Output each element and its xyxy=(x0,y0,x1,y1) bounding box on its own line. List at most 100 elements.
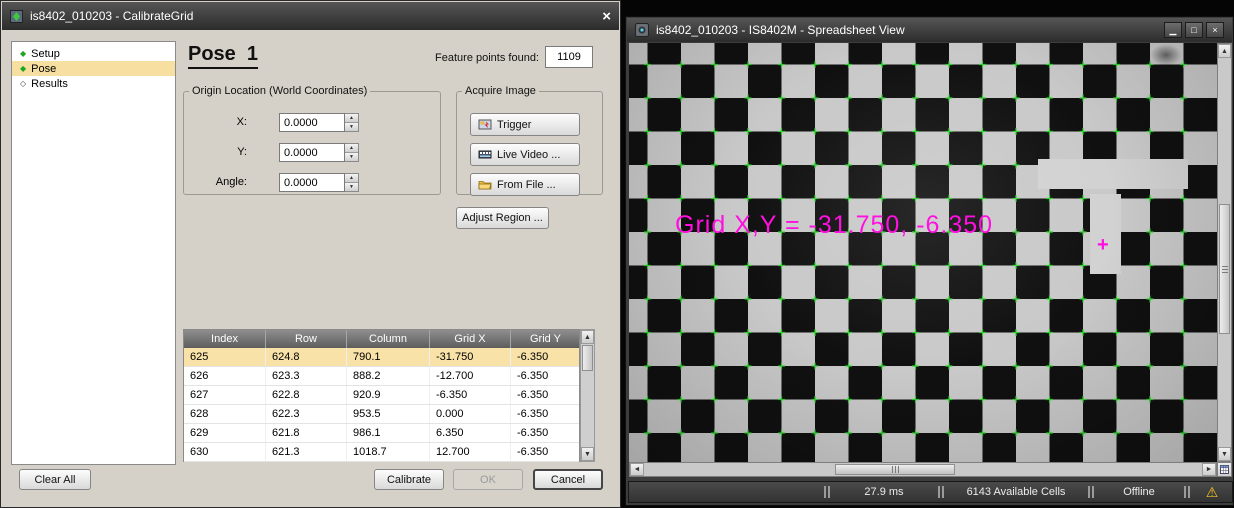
angle-field-row: Angle: ▲ ▼ xyxy=(184,173,440,192)
cell-grid-x: 6.350 xyxy=(430,424,511,442)
ok-button-label: OK xyxy=(480,474,496,486)
scroll-up-icon[interactable]: ▲ xyxy=(581,330,594,344)
cell-grid-x: -31.750 xyxy=(430,348,511,366)
cell-column: 953.5 xyxy=(347,405,430,423)
spin-up-icon[interactable]: ▲ xyxy=(345,174,358,182)
y-input[interactable] xyxy=(279,143,345,162)
col-header-column[interactable]: Column xyxy=(347,330,430,348)
grid-overlay-text: Grid X,Y = -31.750, -6.350 xyxy=(675,211,993,240)
cell-index: 630 xyxy=(184,443,266,461)
origin-location-group: Origin Location (World Coordinates) X: ▲… xyxy=(183,85,441,195)
diamond-icon: ◆ xyxy=(20,65,26,73)
adjust-region-button[interactable]: Adjust Region ... xyxy=(456,207,549,229)
y-field-row: Y: ▲ ▼ xyxy=(184,143,440,162)
clear-all-button[interactable]: Clear All xyxy=(19,469,91,490)
cancel-button[interactable]: Cancel xyxy=(533,469,603,490)
warning-icon[interactable]: ⚠ xyxy=(1192,482,1232,502)
cell-row: 623.3 xyxy=(266,367,347,385)
tree-item-results[interactable]: ◇ Results xyxy=(12,76,175,91)
table-row[interactable]: 630 621.3 1018.7 12.700 -6.350 xyxy=(184,443,579,462)
vertical-scroll-thumb[interactable] xyxy=(1219,204,1230,334)
live-video-icon xyxy=(478,148,492,161)
cell-grid-x: 12.700 xyxy=(430,443,511,461)
fiducial-horizontal-bar xyxy=(1038,159,1188,189)
acquire-image-legend: Acquire Image xyxy=(462,85,539,97)
table-scroll-thumb[interactable] xyxy=(582,345,593,371)
calibrate-button[interactable]: Calibrate xyxy=(374,469,444,490)
trigger-button[interactable]: Trigger xyxy=(470,113,580,136)
calibrate-button-label: Calibrate xyxy=(387,474,431,486)
maximize-icon[interactable]: □ xyxy=(1185,22,1203,38)
feature-points-label: Feature points found: xyxy=(421,52,539,64)
cell-index: 625 xyxy=(184,348,266,366)
diamond-icon: ◇ xyxy=(20,80,26,88)
spin-up-icon[interactable]: ▲ xyxy=(345,114,358,122)
calibrate-grid-titlebar[interactable]: is8402_010203 - CalibrateGrid × xyxy=(2,2,619,30)
col-header-grid-y[interactable]: Grid Y xyxy=(511,330,581,348)
ok-button[interactable]: OK xyxy=(453,469,523,490)
table-scrollbar[interactable]: ▲ ▼ xyxy=(580,329,595,462)
col-header-row[interactable]: Row xyxy=(266,330,347,348)
cell-column: 920.9 xyxy=(347,386,430,404)
cell-index: 626 xyxy=(184,367,266,385)
from-file-button[interactable]: From File ... xyxy=(470,173,580,196)
spreadsheet-view-icon xyxy=(635,23,649,37)
cancel-button-label: Cancel xyxy=(551,474,585,486)
status-divider xyxy=(822,482,832,502)
image-horizontal-scrollbar[interactable]: ◄ ► xyxy=(629,462,1217,477)
close-icon[interactable]: × xyxy=(1206,22,1224,38)
col-header-index[interactable]: Index xyxy=(184,330,266,348)
table-row[interactable]: 626 623.3 888.2 -12.700 -6.350 xyxy=(184,367,579,386)
image-vertical-scrollbar[interactable]: ▲ ▼ xyxy=(1217,43,1232,462)
tree-item-setup[interactable]: ◆ Setup xyxy=(12,46,175,61)
spreadsheet-view-window: is8402_010203 - IS8402M - Spreadsheet Vi… xyxy=(625,16,1234,506)
live-video-button[interactable]: Live Video ... xyxy=(470,143,580,166)
cell-index: 629 xyxy=(184,424,266,442)
scroll-right-icon[interactable]: ► xyxy=(1202,463,1216,476)
desktop: is8402_010203 - CalibrateGrid × ◆ Setup … xyxy=(0,0,1234,508)
cell-index: 627 xyxy=(184,386,266,404)
available-cells: 6143 Available Cells xyxy=(946,482,1086,502)
adjust-region-button-label: Adjust Region ... xyxy=(462,212,543,224)
col-header-grid-x[interactable]: Grid X xyxy=(430,330,511,348)
scroll-down-icon[interactable]: ▼ xyxy=(581,447,594,461)
spin-down-icon[interactable]: ▼ xyxy=(345,122,358,131)
close-icon[interactable]: × xyxy=(602,9,611,24)
calibration-image[interactable]: Grid X,Y = -31.750, -6.350 + xyxy=(629,43,1217,462)
x-label: X: xyxy=(190,116,247,128)
spin-down-icon[interactable]: ▼ xyxy=(345,182,358,191)
cell-index: 628 xyxy=(184,405,266,423)
x-input[interactable] xyxy=(279,113,345,132)
tree-item-pose[interactable]: ◆ Pose xyxy=(12,61,175,76)
table-row[interactable]: 628 622.3 953.5 0.000 -6.350 xyxy=(184,405,579,424)
cell-row: 622.3 xyxy=(266,405,347,423)
trigger-icon xyxy=(478,118,492,131)
scroll-up-icon[interactable]: ▲ xyxy=(1218,44,1231,58)
spreadsheet-view-titlebar[interactable]: is8402_010203 - IS8402M - Spreadsheet Vi… xyxy=(627,18,1232,42)
horizontal-scroll-thumb[interactable] xyxy=(835,464,955,475)
angle-input[interactable] xyxy=(279,173,345,192)
x-spinner: ▲ ▼ xyxy=(345,113,359,132)
table-row[interactable]: 629 621.8 986.1 6.350 -6.350 xyxy=(184,424,579,443)
status-divider xyxy=(1182,482,1192,502)
spin-up-icon[interactable]: ▲ xyxy=(345,144,358,152)
trigger-button-label: Trigger xyxy=(497,119,531,131)
scroll-left-icon[interactable]: ◄ xyxy=(630,463,644,476)
from-file-button-label: From File ... xyxy=(497,179,556,191)
angle-label: Angle: xyxy=(190,176,247,188)
minimize-icon[interactable]: ▁ xyxy=(1164,22,1182,38)
scroll-down-icon[interactable]: ▼ xyxy=(1218,447,1231,461)
table-row[interactable]: 627 622.8 920.9 -6.350 -6.350 xyxy=(184,386,579,405)
pose-heading: Pose 1 xyxy=(188,43,258,69)
table-row[interactable]: 625 624.8 790.1 -31.750 -6.350 xyxy=(184,348,579,367)
grid-view-toggle[interactable] xyxy=(1217,462,1232,477)
grid-icon xyxy=(1220,465,1229,474)
spin-down-icon[interactable]: ▼ xyxy=(345,152,358,161)
live-video-button-label: Live Video ... xyxy=(497,149,560,161)
cell-row: 621.8 xyxy=(266,424,347,442)
status-segment-blank xyxy=(629,482,822,502)
calibrate-grid-app-icon xyxy=(10,10,23,23)
connection-status: Offline xyxy=(1096,482,1182,502)
tree-item-label: Setup xyxy=(31,48,60,60)
tree-item-label: Results xyxy=(31,78,68,90)
